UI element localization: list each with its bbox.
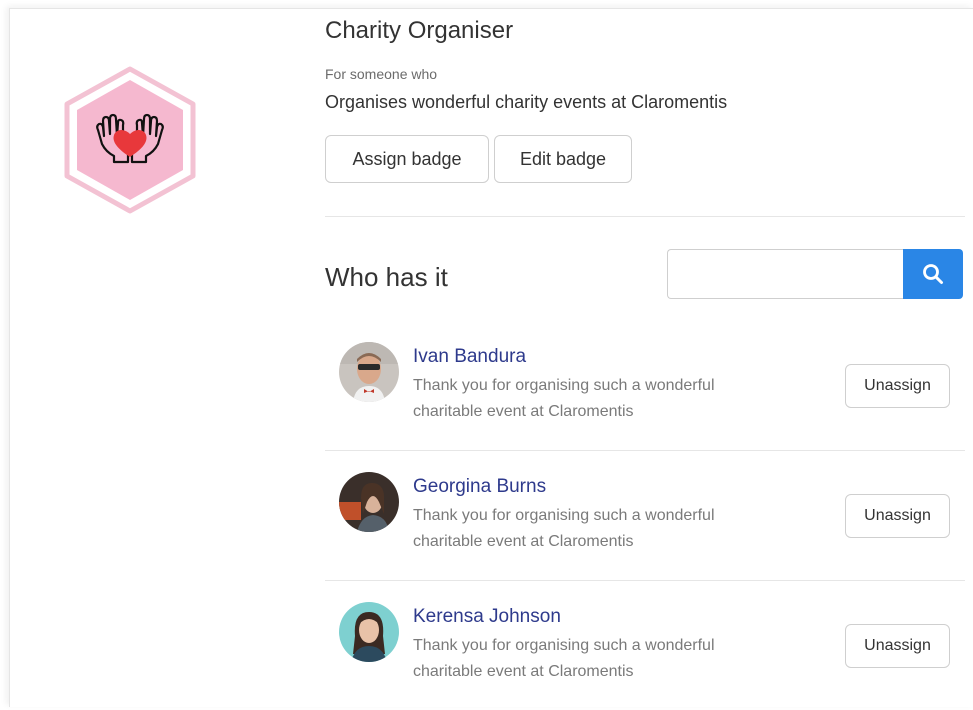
hands-heart-icon [64, 66, 196, 214]
assign-badge-button[interactable]: Assign badge [325, 135, 489, 183]
badge-title: Charity Organiser [325, 17, 514, 44]
unassign-button[interactable]: Unassign [845, 494, 950, 538]
search-button[interactable] [903, 249, 963, 299]
holder-row: Georgina Burns Thank you for organising … [325, 450, 965, 581]
avatar [339, 602, 399, 662]
avatar [339, 342, 399, 402]
holder-name[interactable]: Kerensa Johnson [413, 606, 561, 628]
unassign-button[interactable]: Unassign [845, 624, 950, 668]
who-has-it-heading: Who has it [325, 262, 448, 292]
search-input[interactable] [667, 249, 904, 299]
for-someone-label: For someone who [325, 66, 438, 82]
badge-description: Organises wonderful charity events at Cl… [325, 92, 728, 112]
holder-name[interactable]: Ivan Bandura [413, 346, 526, 368]
holder-note: Thank you for organising such a wonderfu… [413, 507, 715, 550]
search-icon [923, 264, 943, 284]
holder-row: Kerensa Johnson Thank you for organising… [325, 580, 965, 710]
avatar [339, 472, 399, 532]
unassign-button[interactable]: Unassign [845, 364, 950, 408]
holder-note: Thank you for organising such a wonderfu… [413, 377, 715, 420]
holder-note: Thank you for organising such a wonderfu… [413, 637, 715, 680]
badge-image [62, 66, 198, 214]
holder-row: Ivan Bandura Thank you for organising su… [325, 320, 965, 451]
section-divider [325, 216, 965, 217]
holder-name[interactable]: Georgina Burns [413, 476, 546, 498]
edit-badge-button[interactable]: Edit badge [494, 135, 632, 183]
